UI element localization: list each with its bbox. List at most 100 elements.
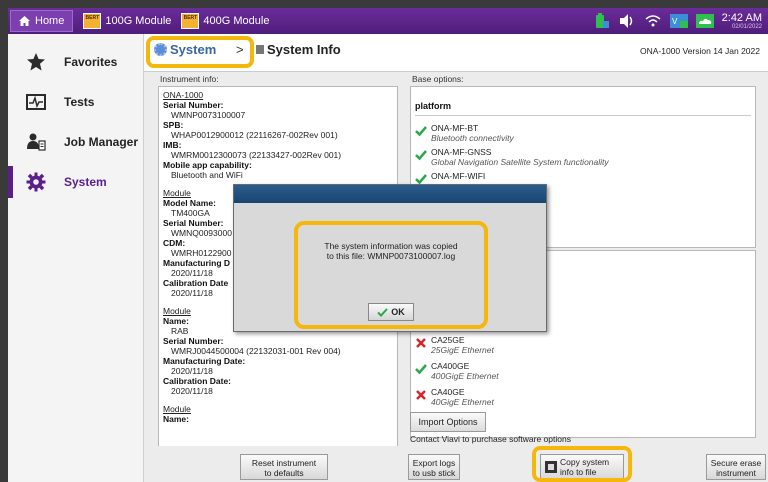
instrument-info-line: WHAP0012900012 (22116267-002Rev 001) (171, 130, 338, 140)
version-text: ONA-1000 Version 14 Jan 2022 (639, 46, 760, 56)
reset-instrument-button[interactable]: Reset instrument to defaults (240, 454, 328, 480)
dialog-title-bar[interactable] (234, 185, 546, 203)
reset-label-1: Reset instrument (251, 458, 317, 468)
instrument-info-line: 2020/11/18 (171, 366, 213, 376)
page-title: System Info (267, 42, 341, 57)
highlight-copy-button (532, 446, 632, 482)
secure-erase-button[interactable]: Secure erase instrument (706, 454, 766, 480)
erase-label-2: instrument (716, 468, 756, 478)
battery-icon[interactable] (592, 13, 610, 29)
app-frame: Home BERT 100G Module BERT 400G Module V… (0, 0, 768, 482)
sidebar-item-tests[interactable]: Tests (8, 82, 144, 122)
highlight-breadcrumb (146, 36, 254, 68)
option-item: CA400GE 400GigE Ethernet (415, 361, 499, 381)
page-header: System > System Info ONA-1000 Version 14… (144, 34, 768, 72)
module-tab-label: 400G Module (203, 15, 270, 27)
instrument-info-line: 2020/11/18 (171, 386, 213, 396)
option-text: ONA-MF-WIFI (431, 171, 485, 185)
option-item: ONA-MF-WIFI (415, 171, 485, 185)
option-text: ONA-MF-BT Bluetooth connectivity (431, 123, 514, 143)
module-icon: BERT (83, 13, 102, 29)
check-icon (415, 364, 427, 375)
option-name: ONA-MF-WIFI (431, 171, 486, 181)
vnc-icon[interactable]: V (669, 13, 688, 29)
instrument-info-line: WMRM0012300073 (22133427-002Rev 001) (171, 150, 342, 160)
info-dialog: The system information was copied to thi… (233, 184, 547, 332)
export-label-2: to usb stick (412, 468, 456, 478)
divider (415, 115, 751, 116)
job-manager-icon (27, 133, 46, 151)
module-icon: BERT (181, 13, 200, 29)
top-bar: Home BERT 100G Module BERT 400G Module V… (8, 8, 768, 34)
action-bar: Reset instrument to defaults Export logs… (144, 446, 768, 482)
option-description: 25GigE Ethernet (431, 345, 494, 355)
network-icon[interactable] (644, 13, 662, 29)
option-text: CA400GE 400GigE Ethernet (431, 361, 499, 381)
document-icon (256, 45, 264, 54)
option-name: CA25GE (431, 335, 465, 345)
clock-date: 02/01/2022 (731, 23, 762, 30)
option-description: Global Navigation Satellite System funct… (431, 157, 609, 167)
export-logs-button[interactable]: Export logs to usb stick (408, 454, 460, 480)
sidebar-item-system[interactable]: System (8, 162, 144, 202)
instrument-info-line: Serial Number: (163, 336, 224, 346)
star-icon (27, 53, 45, 71)
option-item: CA25GE 25GigE Ethernet (415, 335, 494, 355)
option-text: CA25GE 25GigE Ethernet (431, 335, 494, 355)
instrument-info-line: Bluetooth and WiFi (171, 170, 243, 180)
import-options-button[interactable]: Import Options (410, 412, 486, 432)
sidebar: Favorites Tests Job Manager System (8, 34, 144, 482)
option-description: Bluetooth connectivity (431, 133, 514, 143)
status-area: V 2:42 AM 02/01/2022 (592, 8, 768, 34)
module-icon-text: BERT (85, 15, 100, 21)
instrument-info-line: Calibration Date: (163, 376, 232, 386)
home-icon (19, 16, 30, 26)
option-name: CA400GE (431, 361, 470, 371)
reset-label-2: to defaults (264, 468, 304, 478)
option-item: ONA-MF-BT Bluetooth connectivity (415, 123, 514, 143)
cloud-icon[interactable] (695, 13, 714, 29)
breadcrumb-current: System Info (256, 42, 341, 57)
erase-label-1: Secure erase (710, 458, 762, 468)
module-tab-100g[interactable]: BERT 100G Module (83, 13, 171, 29)
gear-icon (26, 172, 46, 192)
base-options-label: Base options: (412, 74, 464, 84)
option-text: ONA-MF-GNSS Global Navigation Satellite S… (431, 147, 609, 167)
check-icon (415, 150, 427, 161)
sidebar-item-favorites[interactable]: Favorites (8, 42, 144, 82)
cross-icon (416, 390, 426, 400)
home-button[interactable]: Home (10, 10, 74, 32)
option-name: ONA-MF-BT (431, 123, 479, 133)
clock: 2:42 AM 02/01/2022 (721, 11, 762, 30)
check-icon (415, 126, 427, 137)
module-icon-text: BERT (183, 15, 198, 21)
instrument-info-line: SPB: (163, 120, 184, 130)
option-item: CA40GE 40GigE Ethernet (415, 387, 494, 407)
sidebar-item-label: Tests (64, 95, 95, 109)
svg-text:V: V (672, 17, 678, 26)
base-options-header: platform (415, 101, 451, 111)
instrument-info-line: Name: (163, 414, 189, 424)
option-text: CA40GE 40GigE Ethernet (431, 387, 494, 407)
cross-icon (416, 338, 426, 348)
instrument-info-line: ONA-1000 (163, 90, 204, 100)
instrument-info-line: Serial Number: (163, 100, 224, 110)
highlight-dialog (294, 221, 488, 329)
option-description: 400GigE Ethernet (431, 371, 499, 381)
tests-icon (26, 94, 46, 110)
option-name: CA40GE (431, 387, 465, 397)
speaker-icon[interactable] (618, 13, 636, 29)
instrument-info-line: WMRJ0044500004 (22132031-001 Rev 004) (171, 346, 341, 356)
module-tab-400g[interactable]: BERT 400G Module (181, 13, 269, 29)
contact-text: Contact Viavi to purchase software optio… (410, 434, 571, 444)
clock-time: 2:42 AM (721, 11, 762, 24)
module-tab-label: 100G Module (105, 15, 172, 27)
instrument-info-line: Manufacturing Date: (163, 356, 246, 366)
option-item: ONA-MF-GNSS Global Navigation Satellite S… (415, 147, 609, 167)
sidebar-item-label: Favorites (64, 55, 118, 69)
sidebar-item-label: Job Manager (64, 135, 139, 149)
sidebar-item-label: System (64, 175, 107, 189)
sidebar-item-job-manager[interactable]: Job Manager (8, 122, 144, 162)
export-label-1: Export logs (412, 458, 456, 468)
